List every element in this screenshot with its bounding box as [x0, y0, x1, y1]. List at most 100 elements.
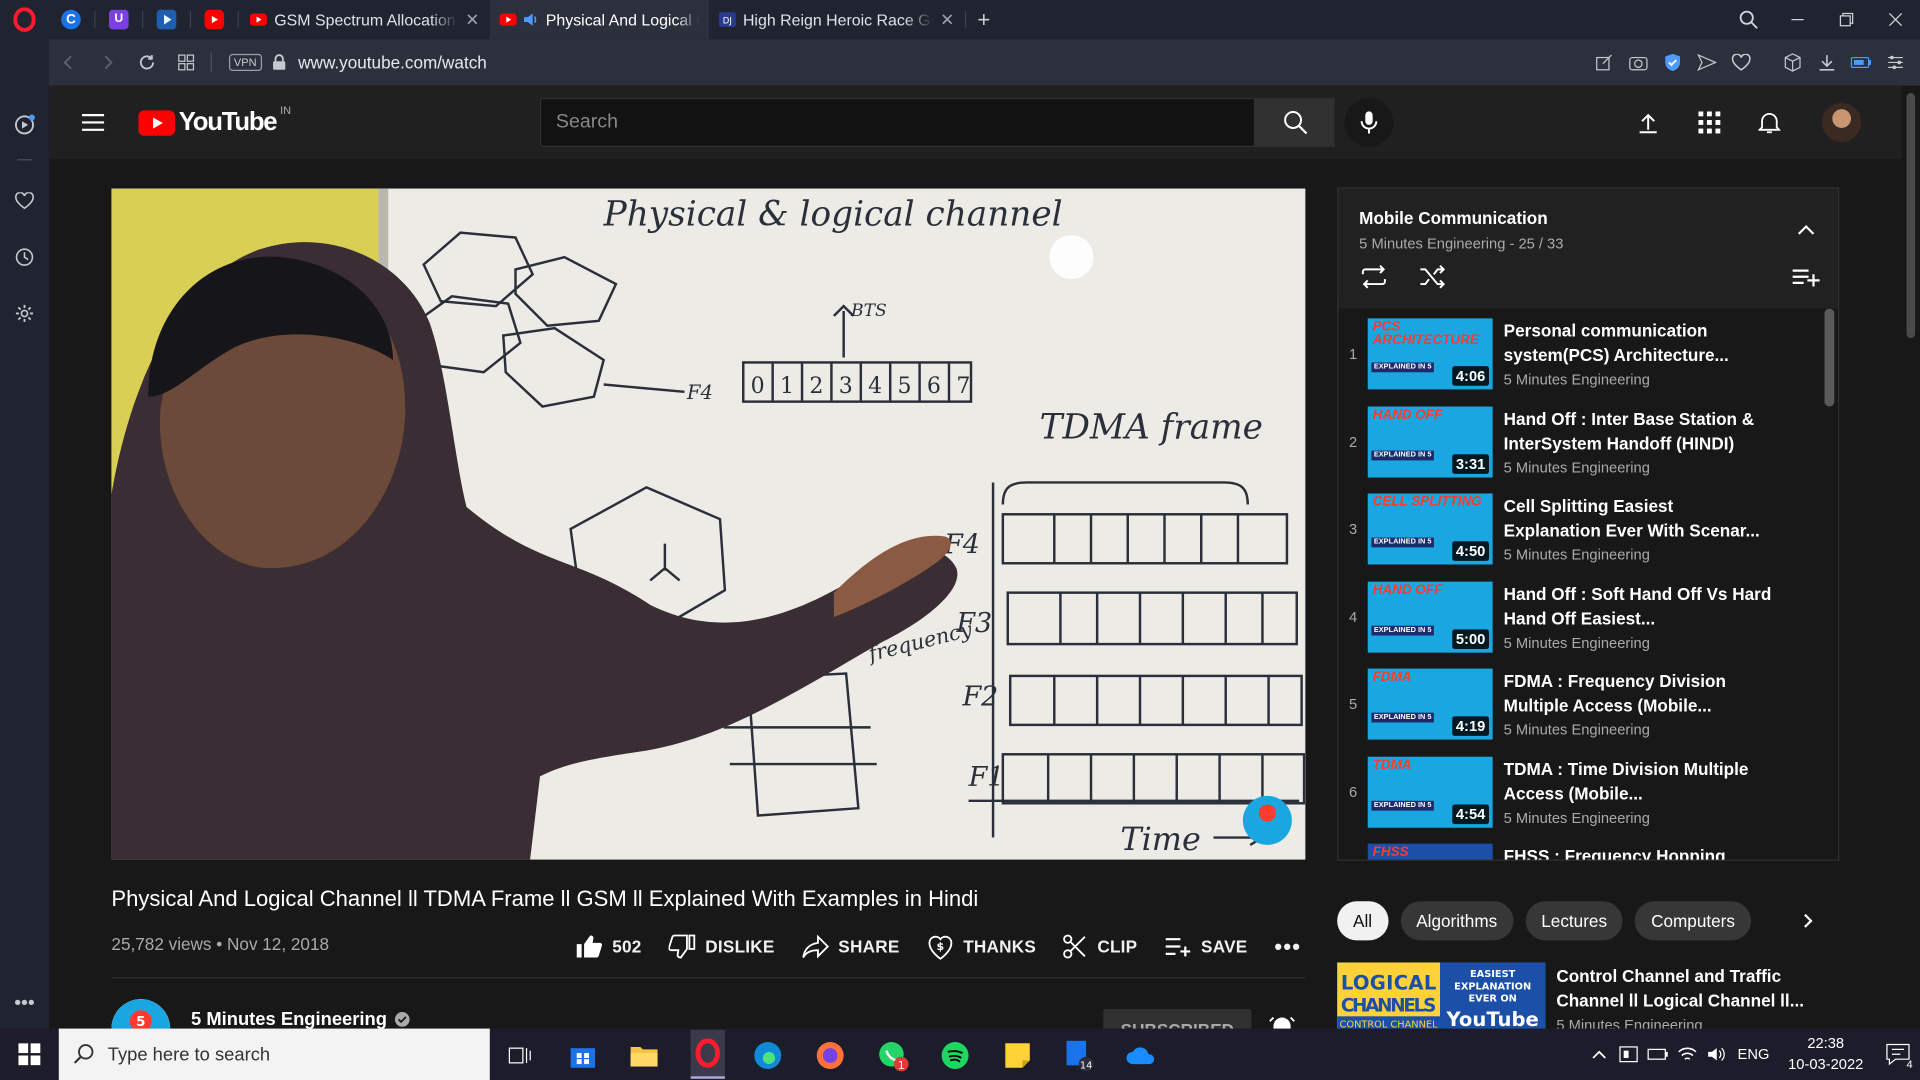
chip-algorithms[interactable]: Algorithms: [1400, 901, 1514, 941]
task-view-icon[interactable]: [504, 1040, 536, 1072]
cube-icon[interactable]: [1778, 48, 1807, 77]
file-explorer-icon[interactable]: [628, 1040, 660, 1072]
edit-icon[interactable]: [1589, 48, 1618, 77]
opera-taskbar-icon[interactable]: [690, 1029, 725, 1079]
wifi-icon[interactable]: [1673, 1029, 1702, 1080]
playlist-item[interactable]: 2 HAND OFF EXPLAINED IN 5 3:31 Hand Off : In…: [1338, 401, 1816, 488]
pinned-tab-youtube-icon[interactable]: [200, 5, 229, 34]
tab-high-reign[interactable]: DJ High Reign Heroic Race Gu ✕: [709, 0, 965, 39]
more-actions-icon[interactable]: •••: [1274, 931, 1301, 963]
playlist-item-thumbnail[interactable]: FDMA EXPLAINED IN 5 4:19: [1367, 668, 1493, 740]
tab-search-icon[interactable]: [1724, 0, 1773, 39]
sticky-notes-icon[interactable]: [1002, 1040, 1034, 1072]
search-input[interactable]: Search: [540, 97, 1256, 147]
playlist-item[interactable]: 1 PCS ARCHITECTURE EXPLAINED IN 5 4:06 Perso…: [1338, 313, 1816, 400]
apps-grid-icon[interactable]: [1695, 108, 1724, 137]
playlist-options-icon[interactable]: [1791, 264, 1823, 293]
shield-icon[interactable]: [1658, 48, 1687, 77]
spotify-icon[interactable]: [939, 1040, 971, 1072]
speaker-icon[interactable]: [521, 11, 538, 28]
playlist-item-thumbnail[interactable]: PCS ARCHITECTURE EXPLAINED IN 5 4:06: [1367, 318, 1493, 390]
taskbar-search[interactable]: Type here to search: [58, 1028, 490, 1080]
lock-icon[interactable]: [271, 54, 286, 71]
url-field[interactable]: www.youtube.com/watch: [298, 53, 487, 73]
opera-menu-icon[interactable]: [0, 0, 49, 39]
save-button[interactable]: SAVE: [1164, 931, 1247, 963]
page-scrollbar[interactable]: [1901, 85, 1920, 1029]
pinned-tab-u-icon[interactable]: U: [104, 5, 133, 34]
clock[interactable]: 22:38 10-03-2022: [1776, 1033, 1876, 1075]
battery-saver-icon[interactable]: [1847, 48, 1876, 77]
thanks-button[interactable]: $ THANKS: [926, 931, 1036, 963]
history-icon[interactable]: [10, 242, 39, 271]
pinned-tab-player-icon[interactable]: [152, 5, 181, 34]
tab-physical-logical[interactable]: Physical And Logical Ch: [489, 0, 709, 40]
favorites-icon[interactable]: [10, 186, 39, 215]
playlist-item-thumbnail[interactable]: FHSS: [1367, 843, 1493, 860]
recommended-title[interactable]: Control Channel and Traffic Channel ll L…: [1556, 964, 1825, 1013]
playlist-item-thumbnail[interactable]: HAND OFF EXPLAINED IN 5 3:31: [1367, 405, 1493, 477]
close-window-icon[interactable]: [1871, 0, 1920, 39]
close-tab-icon[interactable]: ✕: [465, 9, 479, 30]
search-button[interactable]: [1255, 97, 1335, 147]
pinned-tab-c-icon[interactable]: C: [56, 5, 85, 34]
playlist-item[interactable]: 5 FDMA EXPLAINED IN 5 4:19 FDMA : Frequency …: [1338, 664, 1816, 751]
chip-all[interactable]: All: [1337, 901, 1389, 941]
language-indicator[interactable]: ENG: [1731, 1029, 1775, 1080]
close-tab-icon[interactable]: ✕: [940, 9, 954, 30]
chevron-right-icon[interactable]: [1793, 906, 1822, 935]
video-player[interactable]: Physical & logical channel BTS TDMA fram…: [111, 188, 1306, 860]
playlist-item-thumbnail[interactable]: TDMA EXPLAINED IN 5 4:54: [1367, 756, 1493, 828]
channel-name-row[interactable]: 5 Minutes Engineering: [191, 1009, 410, 1030]
upload-icon[interactable]: [1633, 108, 1662, 137]
loop-playlist-icon[interactable]: [1359, 264, 1391, 293]
dislike-button[interactable]: DISLIKE: [668, 931, 775, 963]
account-avatar[interactable]: [1822, 102, 1862, 143]
youtube-logo[interactable]: YouTube IN: [138, 104, 291, 137]
new-tab-button[interactable]: +: [968, 0, 1000, 39]
reload-icon[interactable]: [127, 39, 166, 86]
settings-gear-icon[interactable]: [10, 299, 39, 328]
minimize-icon[interactable]: [1773, 0, 1822, 39]
recommended-thumbnail[interactable]: LOGICAL CHANNELS CONTROL CHANNEL EASIEST…: [1337, 962, 1546, 1032]
menu-hamburger-icon[interactable]: [78, 108, 107, 137]
clip-button[interactable]: CLIP: [1063, 931, 1137, 963]
tray-app-icon[interactable]: [1614, 1029, 1643, 1080]
playlist-scrollbar[interactable]: [1824, 308, 1835, 407]
camera-icon[interactable]: [1624, 48, 1653, 77]
volume-icon[interactable]: [1702, 1029, 1731, 1080]
edge-icon[interactable]: [752, 1040, 784, 1072]
playlist-item[interactable]: 7FHSSFHSS : Frequency Hopping5 Minutes E…: [1338, 839, 1816, 860]
onedrive-icon[interactable]: [1125, 1040, 1157, 1072]
playlist-item-thumbnail[interactable]: HAND OFF EXPLAINED IN 5 5:00: [1367, 581, 1493, 653]
playlist-item-thumbnail[interactable]: CELL SPLITTING EXPLAINED IN 5 4:50: [1367, 493, 1493, 565]
tab-gsm-spectrum[interactable]: GSM Spectrum Allocation II ✕: [240, 0, 489, 39]
whatsapp-icon[interactable]: 1: [877, 1040, 909, 1072]
heart-icon[interactable]: [1727, 48, 1756, 77]
notifications-bell-icon[interactable]: [1755, 108, 1784, 137]
battery-icon[interactable]: [1643, 1029, 1672, 1080]
vpn-badge[interactable]: VPN: [228, 53, 262, 72]
send-icon[interactable]: [1692, 48, 1721, 77]
tab-grid-icon[interactable]: [167, 39, 206, 86]
playlist-item[interactable]: 4 HAND OFF EXPLAINED IN 5 5:00 Hand Off : So…: [1338, 576, 1816, 663]
player-icon[interactable]: [10, 110, 39, 139]
firefox-icon[interactable]: [814, 1040, 846, 1072]
microsoft-store-icon[interactable]: [567, 1040, 599, 1072]
playlist-item[interactable]: 3 CELL SPLITTING EXPLAINED IN 5 4:50 Cell Sp…: [1338, 489, 1816, 576]
tray-chevron-up-icon[interactable]: [1584, 1029, 1613, 1080]
chip-computers[interactable]: Computers: [1635, 901, 1751, 941]
like-button[interactable]: 502: [576, 931, 642, 963]
back-icon[interactable]: [49, 39, 88, 86]
documents-icon[interactable]: 14: [1063, 1040, 1095, 1072]
voice-search-button[interactable]: [1344, 97, 1394, 147]
shuffle-icon[interactable]: [1418, 264, 1450, 293]
share-button[interactable]: SHARE: [801, 931, 900, 963]
collapse-chevron-up-icon[interactable]: [1791, 216, 1820, 245]
playlist-item[interactable]: 6 TDMA EXPLAINED IN 5 4:54 TDMA : Time Divis…: [1338, 751, 1816, 838]
forward-icon[interactable]: [88, 39, 127, 86]
restore-icon[interactable]: [1822, 0, 1871, 39]
action-center-icon[interactable]: 4: [1876, 1029, 1920, 1080]
windows-start-icon[interactable]: [0, 1029, 59, 1080]
scrollbar-thumb[interactable]: [1906, 93, 1916, 338]
